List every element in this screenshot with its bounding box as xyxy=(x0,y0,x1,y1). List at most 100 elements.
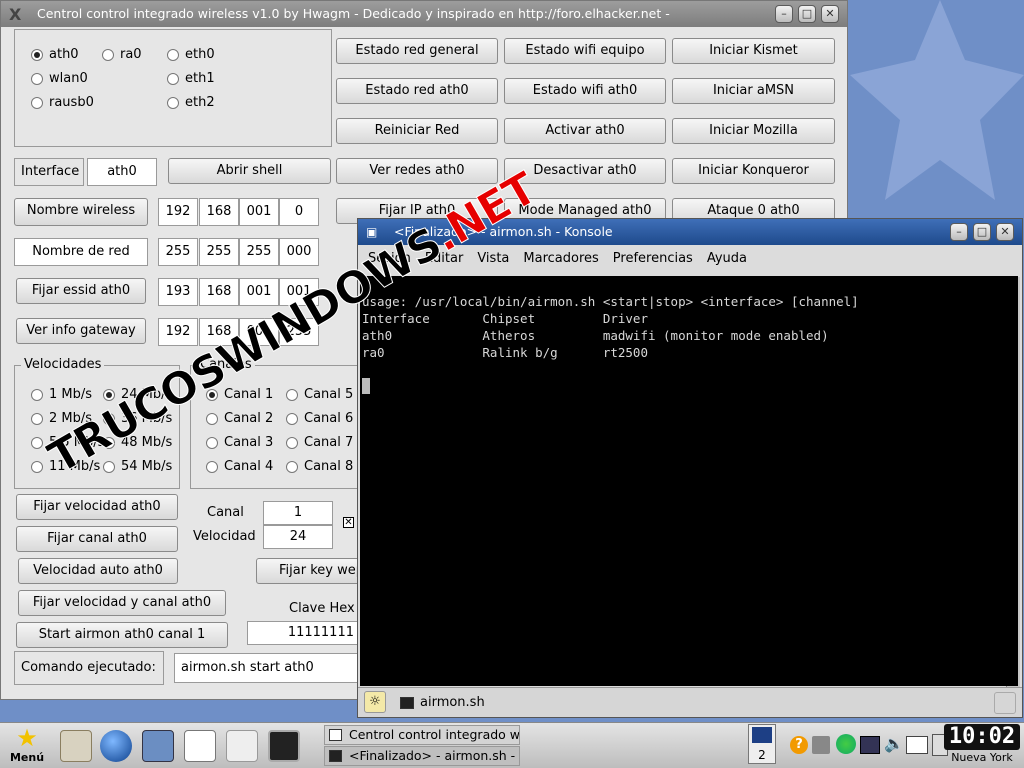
menu-sesion[interactable]: Sesión xyxy=(368,247,411,271)
ip-octet-field[interactable]: 255 xyxy=(199,238,239,266)
messenger-icon[interactable] xyxy=(836,734,856,754)
radio-speed-2[interactable]: 2 Mb/s xyxy=(31,411,92,426)
close-small-icon[interactable]: ✕ xyxy=(343,517,354,528)
help-icon[interactable]: ? xyxy=(790,736,808,754)
kde-menu-button[interactable]: ★ Menú xyxy=(4,726,50,766)
estado-red-ath0-button[interactable]: Estado red ath0 xyxy=(336,78,498,104)
gnu-icon[interactable] xyxy=(226,730,258,762)
radio-canal-8[interactable]: Canal 8 xyxy=(286,459,353,474)
ip-octet-field[interactable]: 000 xyxy=(279,238,319,266)
ip-octet-field[interactable]: 001 xyxy=(239,318,279,346)
clock[interactable]: 10:02 Nueva York xyxy=(944,724,1020,766)
radio-canal-4[interactable]: Canal 4 xyxy=(206,459,273,474)
control-center-icon[interactable] xyxy=(142,730,174,762)
ip-octet-field[interactable]: 193 xyxy=(158,278,198,306)
nombre-wireless-button[interactable]: Nombre wireless xyxy=(14,198,148,226)
canal-value-field[interactable]: 1 xyxy=(263,501,333,525)
ip-octet-field[interactable]: 255 xyxy=(158,238,198,266)
taskbar-item-control[interactable]: Centrol control integrado wireless xyxy=(324,725,520,745)
clave-hex-field[interactable]: 11111111 xyxy=(247,621,361,645)
ip-octet-field[interactable]: 001 xyxy=(279,278,319,306)
radio-speed-5-5[interactable]: 5.5 Mb/s xyxy=(31,435,104,450)
ip-octet-field[interactable]: 168 xyxy=(199,198,239,226)
fijar-velocidad-y-canal-button[interactable]: Fijar velocidad y canal ath0 xyxy=(18,590,226,616)
iniciar-konqueror-button[interactable]: Iniciar Konqueror xyxy=(672,158,835,184)
ip-octet-field[interactable]: 001 xyxy=(239,278,279,306)
network-icon[interactable] xyxy=(812,736,830,754)
radio-eth2[interactable]: eth2 xyxy=(167,95,215,110)
close-icon[interactable]: ✕ xyxy=(996,223,1014,241)
pager-desktop-1[interactable] xyxy=(752,727,772,743)
fijar-canal-ath0-button[interactable]: Fijar canal ath0 xyxy=(16,526,178,552)
radio-speed-36[interactable]: 36 Mb/s xyxy=(103,411,172,426)
radio-speed-24[interactable]: 24 Mb/s xyxy=(103,387,172,402)
ver-redes-ath0-button[interactable]: Ver redes ath0 xyxy=(336,158,498,184)
taskbar-item-konsole[interactable]: <Finalizado> - airmon.sh - Konsole xyxy=(324,746,520,766)
fijar-key-wep-button[interactable]: Fijar key wep xyxy=(256,558,360,584)
radio-ra0[interactable]: ra0 xyxy=(102,47,142,62)
radio-rausb0[interactable]: rausb0 xyxy=(31,95,94,110)
ip-octet-field[interactable]: 168 xyxy=(199,318,239,346)
radio-canal-1[interactable]: Canal 1 xyxy=(206,387,273,402)
volume-icon[interactable]: 🔈 xyxy=(884,734,904,754)
ver-info-gateway-button[interactable]: Ver info gateway xyxy=(16,318,146,344)
radio-canal-7[interactable]: Canal 7 xyxy=(286,435,353,450)
terminal-launcher-icon[interactable] xyxy=(268,730,300,762)
iniciar-mozilla-button[interactable]: Iniciar Mozilla xyxy=(672,118,835,144)
radio-speed-1[interactable]: 1 Mb/s xyxy=(31,387,92,402)
velocidad-value-field[interactable]: 24 xyxy=(263,525,333,549)
ip-octet-field[interactable]: 255 xyxy=(279,318,319,346)
ip-octet-field[interactable]: 255 xyxy=(239,238,279,266)
main-window-titlebar[interactable]: X Centrol control integrado wireless v1.… xyxy=(1,1,847,27)
close-icon[interactable]: ✕ xyxy=(821,5,839,23)
menu-marcadores[interactable]: Marcadores xyxy=(523,247,598,271)
session-tab[interactable]: airmon.sh xyxy=(398,692,485,714)
desactivar-ath0-button[interactable]: Desactivar ath0 xyxy=(504,158,666,184)
text-editor-icon[interactable] xyxy=(184,730,216,762)
user-settings-icon[interactable] xyxy=(60,730,92,762)
radio-speed-48[interactable]: 48 Mb/s xyxy=(103,435,172,450)
ip-octet-field[interactable]: 001 xyxy=(239,198,279,226)
menu-vista[interactable]: Vista xyxy=(477,247,509,271)
new-session-icon[interactable]: ☼ xyxy=(364,691,386,713)
fijar-essid-ath0-button[interactable]: Fijar essid ath0 xyxy=(16,278,146,304)
desktop-pager[interactable]: 2 xyxy=(748,724,776,764)
minimize-icon[interactable]: – xyxy=(775,5,793,23)
menu-ayuda[interactable]: Ayuda xyxy=(707,247,747,271)
iniciar-amsn-button[interactable]: Iniciar aMSN xyxy=(672,78,835,104)
keyboard-icon[interactable] xyxy=(906,736,928,754)
abrir-shell-button[interactable]: Abrir shell xyxy=(168,158,331,184)
activar-ath0-button[interactable]: Activar ath0 xyxy=(504,118,666,144)
iniciar-kismet-button[interactable]: Iniciar Kismet xyxy=(672,38,835,64)
terminal-output[interactable]: usage: /usr/local/bin/airmon.sh <start|s… xyxy=(360,276,1018,686)
menu-editar[interactable]: Editar xyxy=(425,247,464,271)
ip-octet-field[interactable]: 168 xyxy=(199,278,239,306)
display-icon[interactable] xyxy=(860,736,880,754)
minimize-icon[interactable]: – xyxy=(950,223,968,241)
ip-octet-field[interactable]: 192 xyxy=(158,198,198,226)
radio-canal-2[interactable]: Canal 2 xyxy=(206,411,273,426)
radio-canal-5[interactable]: Canal 5 xyxy=(286,387,353,402)
estado-red-general-button[interactable]: Estado red general xyxy=(336,38,498,64)
comando-ejecutado-field[interactable]: airmon.sh start ath0 xyxy=(174,653,360,683)
start-airmon-button[interactable]: Start airmon ath0 canal 1 xyxy=(16,622,228,648)
reiniciar-red-button[interactable]: Reiniciar Red xyxy=(336,118,498,144)
maximize-icon[interactable]: □ xyxy=(798,5,816,23)
radio-speed-11[interactable]: 11 Mb/s xyxy=(31,459,100,474)
radio-wlan0[interactable]: wlan0 xyxy=(31,71,88,86)
globe-browser-icon[interactable] xyxy=(100,730,132,762)
ip-octet-field[interactable]: 0 xyxy=(279,198,319,226)
interface-value-field[interactable]: ath0 xyxy=(87,158,157,186)
close-session-icon[interactable] xyxy=(994,692,1016,714)
konsole-titlebar[interactable]: ▣ <Finalizado> - airmon.sh - Konsole – □… xyxy=(358,219,1022,245)
velocidad-auto-ath0-button[interactable]: Velocidad auto ath0 xyxy=(18,558,178,584)
ip-octet-field[interactable]: 192 xyxy=(158,318,198,346)
radio-ath0[interactable]: ath0 xyxy=(31,47,79,62)
pager-desktop-2[interactable]: 2 xyxy=(752,747,772,763)
estado-wifi-equipo-button[interactable]: Estado wifi equipo xyxy=(504,38,666,64)
radio-eth1[interactable]: eth1 xyxy=(167,71,215,86)
radio-canal-6[interactable]: Canal 6 xyxy=(286,411,353,426)
fijar-velocidad-ath0-button[interactable]: Fijar velocidad ath0 xyxy=(16,494,178,520)
menu-preferencias[interactable]: Preferencias xyxy=(613,247,693,271)
radio-eth0[interactable]: eth0 xyxy=(167,47,215,62)
